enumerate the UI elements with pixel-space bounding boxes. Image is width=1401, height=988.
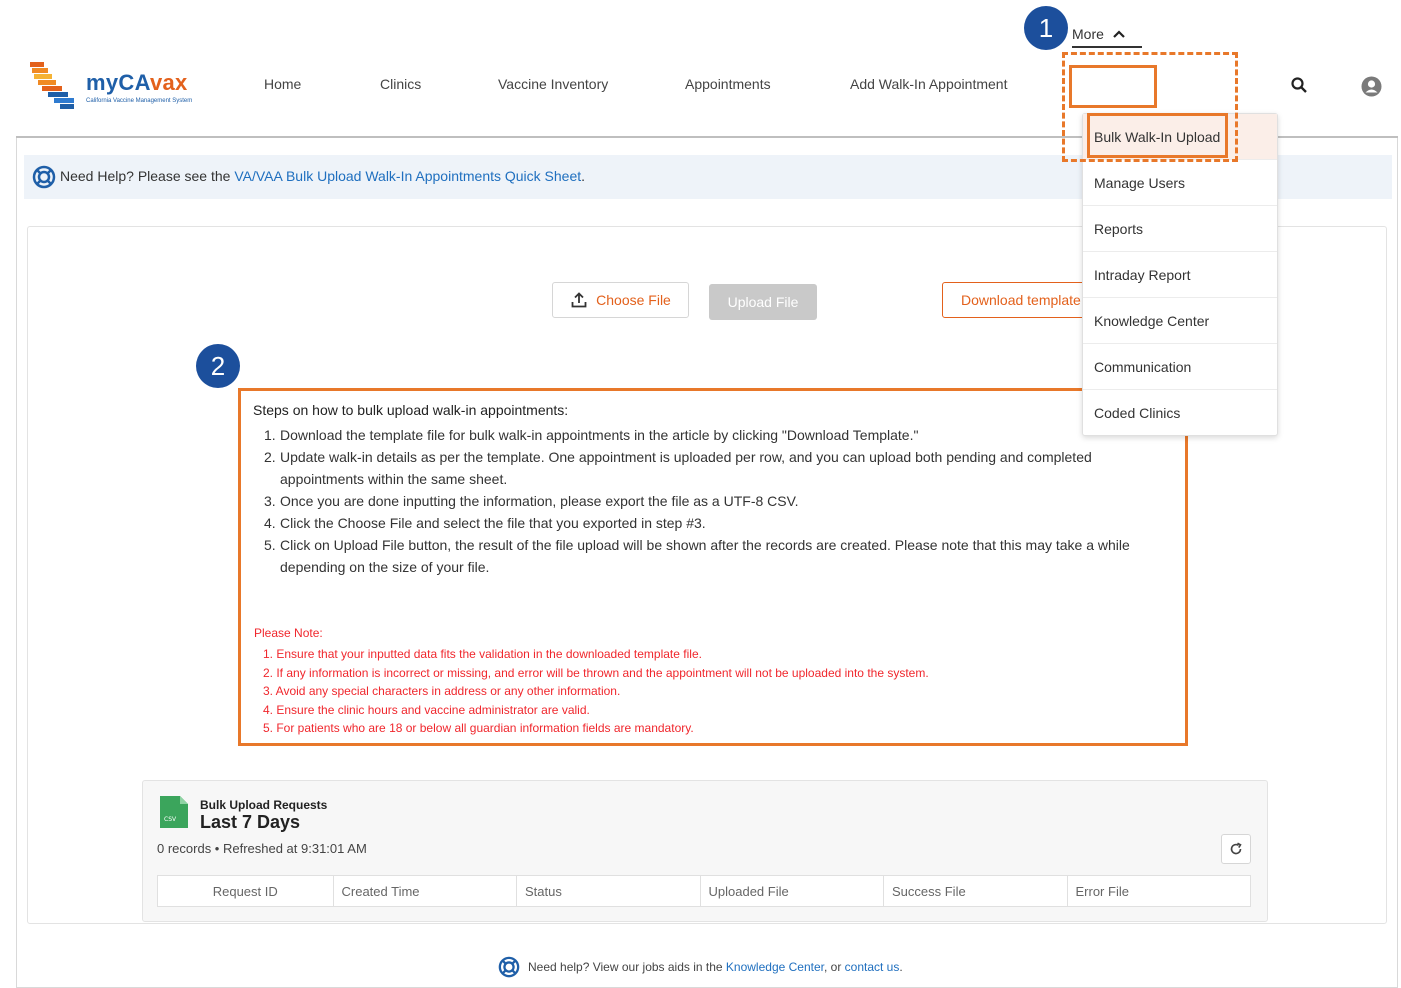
footer-text: Need help? View our jobs aids in the Kno… — [528, 960, 903, 974]
nav-add-walk-in-appointment[interactable]: Add Walk-In Appointment — [850, 76, 1007, 92]
refresh-icon — [1230, 842, 1242, 855]
menu-item-knowledge-center[interactable]: Knowledge Center — [1083, 298, 1277, 344]
column-uploaded-file[interactable]: Uploaded File — [701, 876, 884, 906]
help-text: Need Help? Please see the VA/VAA Bulk Up… — [60, 168, 586, 184]
user-avatar-icon[interactable] — [1361, 76, 1382, 97]
menu-item-bulk-walk-in-upload[interactable]: Bulk Walk-In Upload — [1083, 114, 1277, 160]
logo-wordmark: myCAvax — [86, 70, 188, 95]
nav-clinics[interactable]: Clinics — [380, 76, 421, 92]
choose-file-button[interactable]: Choose File — [552, 282, 689, 318]
nav-appointments[interactable]: Appointments — [685, 76, 771, 92]
download-template-button[interactable]: Download template — [942, 282, 1092, 318]
california-logo-icon — [30, 62, 74, 109]
chevron-up-icon — [1113, 30, 1125, 38]
lifebuoy-icon — [498, 956, 520, 978]
callout-badge-2: 2 — [196, 344, 240, 388]
menu-item-reports[interactable]: Reports — [1083, 206, 1277, 252]
column-success-file[interactable]: Success File — [884, 876, 1068, 906]
nav-more-button[interactable]: More — [1072, 26, 1126, 42]
refresh-button[interactable] — [1221, 834, 1251, 864]
panel-subtitle: Last 7 Days — [200, 812, 301, 832]
panel-title: Bulk Upload Requests — [200, 798, 328, 812]
search-icon[interactable] — [1290, 76, 1308, 94]
menu-item-communication[interactable]: Communication — [1083, 344, 1277, 390]
mycavax-logo[interactable]: myCAvax California Vaccine Management Sy… — [26, 58, 226, 114]
knowledge-center-link[interactable]: Knowledge Center — [726, 960, 824, 974]
footer-help: Need help? View our jobs aids in the Kno… — [498, 956, 903, 978]
menu-item-intraday-report[interactable]: Intraday Report — [1083, 252, 1277, 298]
quick-sheet-link[interactable]: VA/VAA Bulk Upload Walk-In Appointments … — [234, 168, 581, 184]
nav-home[interactable]: Home — [264, 76, 301, 92]
more-dropdown-menu: Bulk Walk-In Upload Manage Users Reports… — [1082, 113, 1278, 436]
requests-table-header: Request ID Created Time Status Uploaded … — [157, 875, 1251, 907]
lifebuoy-icon — [32, 165, 56, 189]
column-error-file[interactable]: Error File — [1068, 876, 1251, 906]
contact-us-link[interactable]: contact us — [845, 960, 900, 974]
nav-vaccine-inventory[interactable]: Vaccine Inventory — [498, 76, 608, 92]
upload-icon — [571, 292, 587, 308]
more-label: More — [1072, 26, 1104, 42]
column-request-id[interactable]: Request ID — [158, 876, 334, 906]
csv-file-icon: CSV — [160, 796, 188, 828]
panel-meta: 0 records • Refreshed at 9:31:01 AM — [157, 841, 367, 856]
column-created-time[interactable]: Created Time — [334, 876, 517, 906]
callout-badge-1: 1 — [1024, 6, 1068, 50]
svg-text:CSV: CSV — [164, 816, 177, 823]
more-active-underline — [1072, 46, 1142, 48]
callout-steps-highlight — [238, 388, 1188, 746]
upload-file-button[interactable]: Upload File — [709, 284, 817, 320]
column-status[interactable]: Status — [517, 876, 701, 906]
menu-item-manage-users[interactable]: Manage Users — [1083, 160, 1277, 206]
logo-subtitle: California Vaccine Management System — [86, 98, 193, 104]
menu-item-coded-clinics[interactable]: Coded Clinics — [1083, 390, 1277, 436]
choose-file-label: Choose File — [596, 292, 671, 308]
